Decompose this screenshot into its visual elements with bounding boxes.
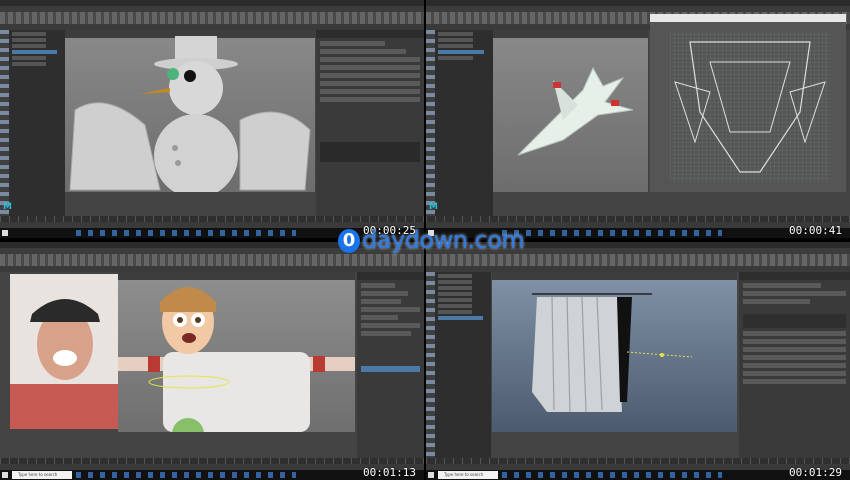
uv-editor[interactable]	[650, 14, 846, 192]
outliner[interactable]	[435, 272, 491, 458]
toolbox[interactable]	[0, 30, 9, 216]
taskbar-apps[interactable]	[502, 230, 722, 236]
panel-curtain: Type here to search 00:01:29	[426, 242, 850, 480]
webcam-overlay	[10, 274, 118, 429]
snowman-scene	[69, 36, 311, 192]
maya-logo: M	[429, 202, 438, 212]
windows-icon[interactable]	[2, 230, 8, 236]
uv-layout	[670, 32, 830, 182]
taskbar: Type here to search	[426, 470, 850, 480]
presenter-image	[10, 299, 118, 429]
viewport[interactable]	[492, 272, 737, 432]
taskbar-search[interactable]: Type here to search	[12, 471, 72, 479]
uv-editor-titlebar	[650, 14, 846, 22]
curtain-simulation	[532, 293, 693, 413]
panel-character: Type here to search 00:01:13	[0, 242, 424, 480]
channel-box[interactable]	[316, 30, 424, 216]
taskbar: Type here to search	[0, 470, 424, 480]
maya-logo: M	[3, 202, 12, 212]
attribute-editor[interactable]	[739, 272, 850, 458]
panel-jet: M 00:00:41	[426, 0, 850, 238]
windows-icon[interactable]	[428, 472, 434, 478]
timestamp: 00:00:41	[789, 224, 842, 237]
watermark: 0 daydown.com	[338, 226, 525, 256]
timestamp: 00:01:29	[789, 466, 842, 479]
attribute-panel[interactable]	[357, 272, 424, 458]
taskbar-apps[interactable]	[76, 230, 296, 236]
taskbar-apps[interactable]	[502, 472, 722, 478]
jet-model	[517, 66, 634, 156]
outliner[interactable]	[435, 30, 493, 216]
watermark-badge: 0	[338, 229, 360, 253]
panel-snowman: M 00:00:25	[0, 0, 424, 238]
outliner[interactable]	[9, 30, 65, 216]
viewport[interactable]	[118, 272, 355, 432]
watermark-text: daydown.com	[362, 226, 525, 254]
viewport[interactable]	[493, 30, 648, 192]
windows-icon[interactable]	[2, 472, 8, 478]
taskbar-search[interactable]: Type here to search	[438, 471, 498, 479]
toolbox[interactable]	[426, 30, 435, 216]
toolbox[interactable]	[426, 272, 435, 458]
viewport[interactable]	[65, 30, 315, 192]
shelf-toolbar[interactable]	[0, 12, 424, 24]
character-rig	[118, 287, 355, 432]
taskbar-apps[interactable]	[76, 472, 296, 478]
timestamp: 00:01:13	[363, 466, 416, 479]
